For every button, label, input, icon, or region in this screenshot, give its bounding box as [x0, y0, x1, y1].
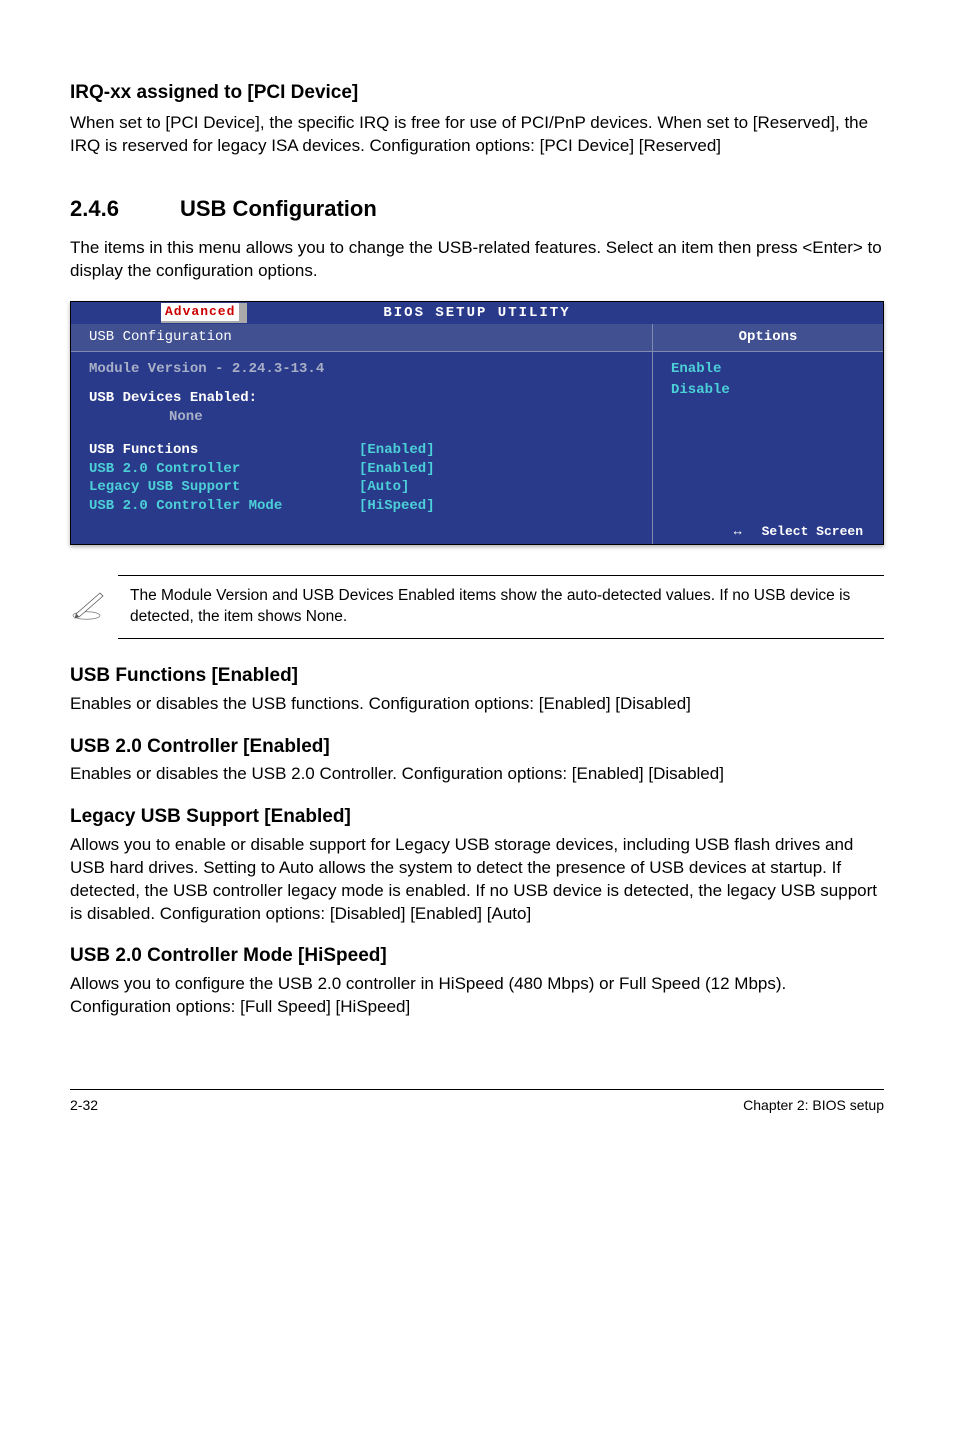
- footer-page-number: 2-32: [70, 1096, 98, 1115]
- bios-title-bar: Advanced BIOS SETUP UTILITY: [71, 302, 883, 324]
- usb20-controller-heading: USB 2.0 Controller [Enabled]: [70, 734, 884, 760]
- section-number: 2.4.6: [70, 194, 180, 224]
- legacy-usb-body: Allows you to enable or disable support …: [70, 834, 884, 926]
- bios-module-version: Module Version - 2.24.3-13.4: [89, 360, 634, 379]
- bios-devices-value: None: [89, 408, 634, 427]
- bios-footer-arrow-icon: ↔: [734, 523, 742, 541]
- bios-row-usb-functions[interactable]: USB Functions: [89, 441, 359, 460]
- page-footer: 2-32 Chapter 2: BIOS setup: [70, 1089, 884, 1115]
- bios-row-legacy-usb-value: [Auto]: [359, 478, 409, 497]
- usb20-mode-heading: USB 2.0 Controller Mode [HiSpeed]: [70, 943, 884, 969]
- bios-option-disable[interactable]: Disable: [671, 381, 865, 400]
- pencil-icon: [70, 590, 106, 627]
- section-intro: The items in this menu allows you to cha…: [70, 237, 884, 283]
- bios-row-usb20-controller[interactable]: USB 2.0 Controller: [89, 460, 359, 479]
- usb20-mode-body: Allows you to configure the USB 2.0 cont…: [70, 973, 884, 1019]
- bios-row-usb20-mode[interactable]: USB 2.0 Controller Mode: [89, 497, 359, 516]
- bios-row-usb20-controller-value: [Enabled]: [359, 460, 435, 479]
- bios-row-usb20-mode-value: [HiSpeed]: [359, 497, 435, 516]
- bios-devices-label: USB Devices Enabled:: [89, 389, 634, 408]
- irq-heading: IRQ-xx assigned to [PCI Device]: [70, 80, 884, 106]
- bios-option-enable[interactable]: Enable: [671, 360, 865, 379]
- bios-row-legacy-usb[interactable]: Legacy USB Support: [89, 478, 359, 497]
- bios-banner-title: BIOS SETUP UTILITY: [383, 305, 570, 321]
- note-text: The Module Version and USB Devices Enabl…: [130, 586, 884, 628]
- section-title: USB Configuration: [180, 194, 377, 224]
- usb-functions-body: Enables or disables the USB functions. C…: [70, 693, 884, 716]
- usb-functions-heading: USB Functions [Enabled]: [70, 663, 884, 689]
- legacy-usb-heading: Legacy USB Support [Enabled]: [70, 804, 884, 830]
- section-header: 2.4.6 USB Configuration: [70, 194, 884, 224]
- bios-right-header: Options: [653, 324, 883, 352]
- bios-tab-advanced[interactable]: Advanced: [161, 303, 247, 323]
- note-block: The Module Version and USB Devices Enabl…: [118, 575, 884, 639]
- bios-setup-utility: Advanced BIOS SETUP UTILITY USB Configur…: [70, 301, 884, 545]
- bios-footer-text: Select Screen: [762, 523, 863, 541]
- irq-body: When set to [PCI Device], the specific I…: [70, 112, 884, 158]
- usb20-controller-body: Enables or disables the USB 2.0 Controll…: [70, 763, 884, 786]
- bios-left-header: USB Configuration: [71, 324, 652, 352]
- bios-row-usb-functions-value: [Enabled]: [359, 441, 435, 460]
- footer-chapter: Chapter 2: BIOS setup: [743, 1096, 884, 1115]
